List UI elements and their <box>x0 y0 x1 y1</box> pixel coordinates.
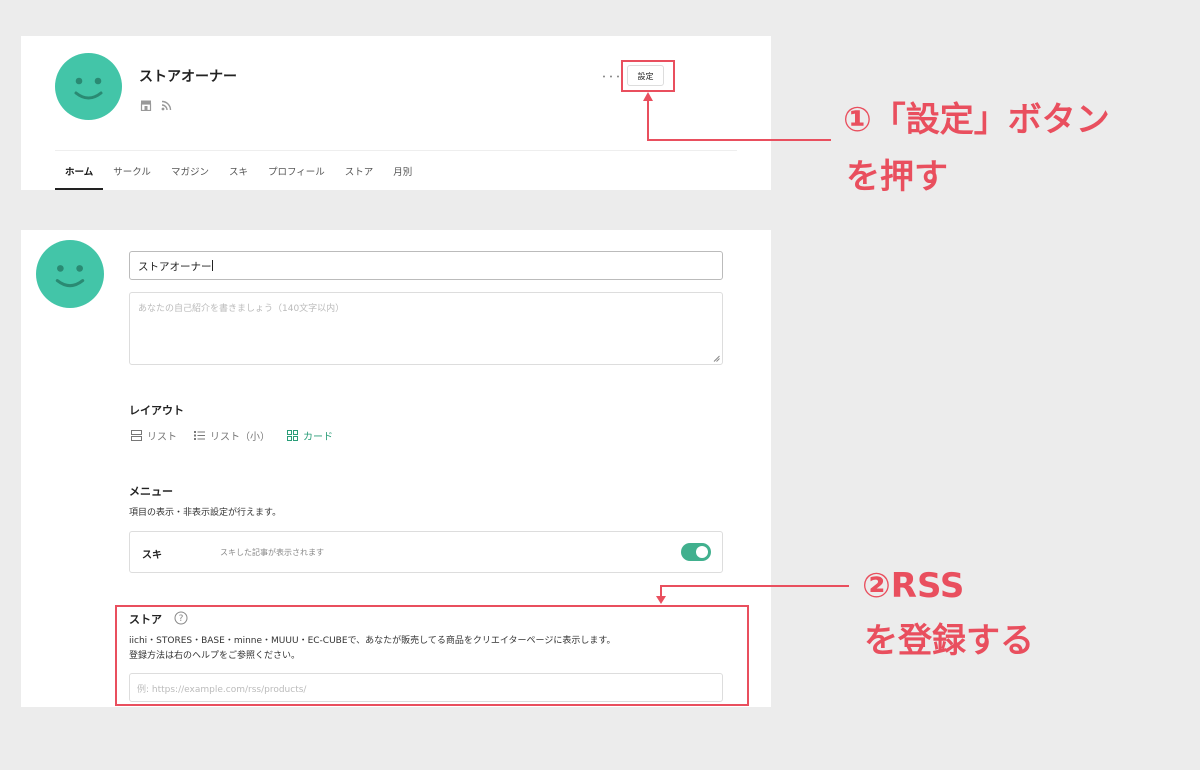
layout-title: レイアウト <box>129 404 184 417</box>
tab-magazine[interactable]: マガジン <box>161 156 219 190</box>
annotation-step2: ②RSS <box>862 566 965 606</box>
tab-home[interactable]: ホーム <box>55 156 104 190</box>
smiley-icon <box>55 265 85 288</box>
name-input-value: ストアオーナー <box>138 261 212 273</box>
profile-name: ストアオーナー <box>139 69 237 85</box>
grid-icon <box>287 430 298 441</box>
rss-icon[interactable] <box>161 100 172 111</box>
annotation-step1: ①「設定」ボタン <box>843 100 1110 140</box>
callout-arrow-down <box>656 596 666 604</box>
layout-option-list-small[interactable]: リスト（小） <box>194 428 270 443</box>
resize-handle-icon[interactable] <box>713 355 720 362</box>
tab-circle[interactable]: サークル <box>103 156 161 190</box>
tab-monthly[interactable]: 月別 <box>383 156 422 190</box>
bio-placeholder: あなたの自己紹介を書きましょう（140文字以内） <box>138 304 345 314</box>
callout-line <box>660 585 849 587</box>
layout-option-list[interactable]: リスト <box>131 428 177 443</box>
tab-divider <box>55 150 737 151</box>
smiley-icon <box>74 77 103 100</box>
annotation-step1-sub: を押す <box>846 157 948 197</box>
toggle-knob <box>696 546 708 558</box>
list-icon <box>131 430 142 441</box>
tab-profile[interactable]: プロフィール <box>258 156 335 190</box>
layout-option-label: リスト <box>147 432 177 443</box>
callout-line <box>647 100 649 141</box>
edit-avatar[interactable] <box>36 240 104 308</box>
name-input[interactable]: ストアオーナー <box>129 251 723 280</box>
layout-option-label: リスト（小） <box>210 432 270 443</box>
menu-description: 項目の表示・非表示設定が行えます。 <box>129 508 282 518</box>
settings-callout-box <box>621 60 675 92</box>
menu-item-description: スキした記事が表示されます <box>220 548 324 557</box>
callout-line <box>647 139 831 141</box>
suki-toggle[interactable] <box>681 543 711 561</box>
profile-tabs: ホーム サークル マガジン スキ プロフィール ストア 月別 <box>55 156 422 190</box>
menu-title: メニュー <box>129 485 173 498</box>
layout-option-card[interactable]: カード <box>287 428 333 443</box>
layout-option-label: カード <box>303 432 333 443</box>
bio-textarea[interactable]: あなたの自己紹介を書きましょう（140文字以内） <box>129 292 723 365</box>
tab-store[interactable]: ストア <box>335 156 384 190</box>
text-cursor <box>211 260 213 271</box>
callout-arrow-up <box>643 92 653 101</box>
more-options-icon[interactable]: ･･･ <box>601 68 622 85</box>
list-small-icon <box>194 431 205 440</box>
menu-item-suki: スキ スキした記事が表示されます <box>129 531 723 573</box>
store-icon[interactable] <box>140 100 152 111</box>
avatar[interactable] <box>55 53 122 120</box>
store-callout-box <box>115 605 749 706</box>
tab-suki[interactable]: スキ <box>219 156 258 190</box>
annotation-step2-sub: を登録する <box>864 621 1034 661</box>
menu-item-title: スキ <box>142 550 162 561</box>
